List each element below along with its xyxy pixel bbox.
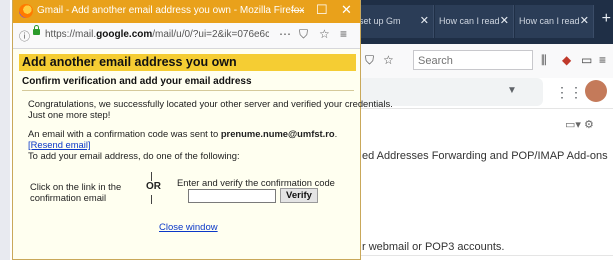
popup-url-bar: ⓘ https://mail.google.com/mail/u/0/?ui=2… (13, 23, 360, 49)
close-icon[interactable]: ✕ (341, 2, 352, 18)
bookmark-star-icon[interactable]: ☆ (319, 27, 330, 41)
tab-how-can-i-read-1[interactable]: How can I read ✕ (435, 5, 514, 38)
info-icon[interactable]: ⓘ (19, 28, 30, 44)
menu-icon[interactable]: ≡ (599, 53, 606, 67)
firefox-logo-icon (19, 4, 33, 18)
extension-icon[interactable]: ◆ (562, 53, 571, 67)
confirmation-code-input[interactable] (188, 189, 276, 203)
gmail-top-bar: ▼ ⋮⋮ (355, 78, 613, 108)
option-link-text-1: Click on the link in the (30, 181, 122, 192)
new-tab-icon[interactable]: + (602, 10, 611, 28)
popup-title-bar: Gmail - Add another email address you ow… (13, 0, 360, 23)
tab-setup-gmail[interactable]: set up Gm ✕ (355, 5, 434, 38)
verification-popup-window: Gmail - Add another email address you ow… (12, 0, 393, 260)
instructions-text: To add your email address, do one of the… (28, 150, 240, 161)
search-input[interactable]: Search (413, 50, 533, 70)
resend-email-link[interactable]: [Resend email] (28, 139, 91, 150)
window-title: Gmail - Add another email address you ow… (37, 5, 305, 16)
apps-grid-icon[interactable]: ⋮⋮ (555, 84, 583, 101)
confirmation-sent-text: An email with a confirmation code was se… (28, 128, 338, 139)
bookmark-star-icon[interactable]: ☆ (383, 53, 394, 67)
close-window-link[interactable]: Close window (159, 222, 218, 233)
background-tab-bar: set up Gm ✕ How can I read ✕ How can I rea… (355, 0, 613, 44)
verify-button[interactable]: Verify (280, 188, 318, 203)
resend-email-link-wrap: [Resend email] (28, 139, 91, 151)
pocket-icon[interactable]: ⛉ (299, 27, 308, 42)
tab-label: set up Gm (359, 16, 401, 26)
option-link-text-2: confirmation email (30, 192, 107, 203)
or-label: OR (146, 181, 161, 192)
close-icon[interactable]: ✕ (580, 5, 589, 38)
divider (355, 108, 613, 109)
close-icon[interactable]: ✕ (420, 5, 429, 38)
section-title: Confirm verification and add your email … (22, 76, 354, 91)
avatar[interactable] (585, 80, 607, 102)
background-nav-bar: ⛉ ☆ Search ⫼ ◆ ▭ ≡ (355, 44, 613, 79)
enter-code-label: Enter and verify the confirmation code (177, 177, 335, 188)
keyboard-settings-icon[interactable]: ▭▾ ⚙ (565, 118, 594, 131)
page-title: Add another email address you own (19, 54, 356, 71)
maximize-icon[interactable]: ☐ (316, 2, 328, 18)
divider (151, 172, 152, 181)
congrats-text: Congratulations, we successfully located… (28, 98, 393, 109)
close-icon[interactable]: ✕ (500, 5, 509, 38)
email-address: prenume.nume@umfst.ro (220, 128, 335, 139)
settings-tabs[interactable]: ed Addresses Forwarding and POP/IMAP Add… (362, 150, 608, 162)
search-options-caret-icon[interactable]: ▼ (507, 85, 517, 96)
more-actions-icon[interactable]: ⋯ (279, 27, 291, 41)
pocket-icon[interactable]: ⛉ (365, 53, 374, 68)
tab-label: How can I read (439, 16, 500, 26)
menu-icon[interactable]: ≡ (340, 27, 347, 41)
library-icon[interactable]: ⫼ (541, 53, 547, 68)
tab-label: How can I read (519, 16, 580, 26)
tab-how-can-i-read-2[interactable]: How can I read ✕ (515, 5, 594, 38)
divider (355, 255, 613, 256)
webmail-text: r webmail or POP3 accounts. (362, 241, 505, 253)
sidebar-icon[interactable]: ▭ (581, 53, 592, 67)
lock-icon[interactable] (33, 25, 40, 35)
one-more-step-text: Just one more step! (28, 109, 111, 120)
url-field[interactable]: https://mail.google.com/mail/u/0/?ui=2&i… (45, 29, 269, 40)
left-window-edge (0, 0, 10, 260)
minimize-icon[interactable]: — (291, 2, 304, 17)
divider (151, 195, 152, 204)
